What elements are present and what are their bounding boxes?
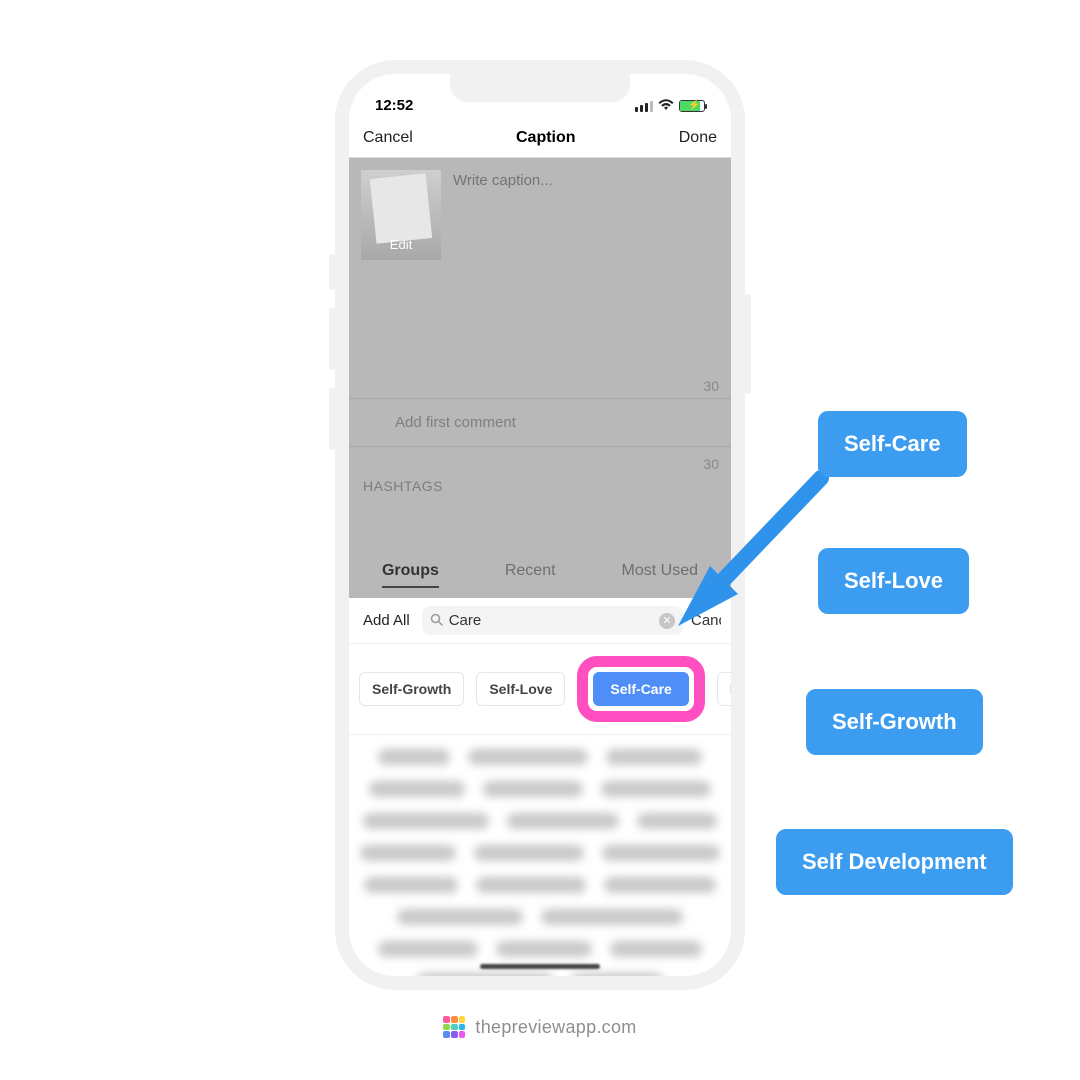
footer-credit: thepreviewapp.com	[0, 1016, 1080, 1038]
status-time: 12:52	[375, 97, 413, 114]
hashtag-tabs: Groups Recent Most Used	[349, 562, 731, 598]
first-comment-input[interactable]: Add first comment	[395, 414, 516, 431]
preview-logo-icon	[443, 1016, 465, 1038]
search-row: Add All ✕ Cancel	[349, 598, 731, 644]
tab-recent[interactable]: Recent	[505, 562, 556, 588]
add-all-button[interactable]: Add All	[359, 612, 414, 629]
phone-side-buttons	[329, 254, 335, 444]
caption-char-limit: 30	[703, 378, 719, 394]
hashtags-section-label: HASHTAGS	[363, 478, 443, 494]
edit-thumbnail-label: Edit	[361, 237, 441, 252]
comment-char-limit: 30	[703, 456, 719, 472]
done-button[interactable]: Done	[679, 129, 717, 147]
chip-self-love[interactable]: Self-Love	[476, 672, 565, 706]
post-thumbnail[interactable]: Edit	[361, 170, 441, 260]
tab-groups[interactable]: Groups	[382, 562, 439, 588]
clear-search-icon[interactable]: ✕	[659, 613, 675, 629]
callout-self-love: Self-Love	[818, 548, 969, 614]
search-icon	[430, 613, 443, 629]
tab-most-used[interactable]: Most Used	[622, 562, 698, 588]
wifi-icon	[658, 98, 674, 114]
chip-skin-therapy[interactable]: kin Therapy	[717, 672, 731, 706]
callout-self-development: Self Development	[776, 829, 1013, 895]
hashtag-groups-row[interactable]: Self-Growth Self-Love Self-Care kin Ther…	[349, 644, 731, 735]
cancel-button[interactable]: Cancel	[363, 129, 413, 147]
search-input[interactable]	[449, 612, 653, 629]
phone-frame: 12:52 ⚡ Cancel Caption Done	[335, 60, 745, 990]
notch	[450, 74, 630, 102]
page-title: Caption	[516, 129, 576, 147]
chip-self-growth[interactable]: Self-Growth	[359, 672, 464, 706]
search-field[interactable]: ✕	[422, 606, 683, 635]
signal-icon	[635, 101, 653, 112]
callout-self-growth: Self-Growth	[806, 689, 983, 755]
caption-editor-dimmed: Edit Write caption... 30 Add first comme…	[349, 158, 731, 598]
caption-input[interactable]: Write caption...	[453, 170, 553, 260]
home-indicator	[480, 964, 600, 969]
footer-text: thepreviewapp.com	[475, 1017, 636, 1038]
search-cancel-button[interactable]: Cancel	[691, 612, 721, 629]
screen: 12:52 ⚡ Cancel Caption Done	[349, 74, 731, 976]
highlight-ring: Self-Care	[577, 656, 704, 722]
callout-self-care: Self-Care	[818, 411, 967, 477]
battery-icon: ⚡	[679, 100, 705, 112]
phone-power-button	[745, 294, 751, 394]
nav-bar: Cancel Caption Done	[349, 118, 731, 158]
hashtag-results-blurred	[349, 735, 731, 976]
chip-self-care[interactable]: Self-Care	[593, 672, 688, 706]
